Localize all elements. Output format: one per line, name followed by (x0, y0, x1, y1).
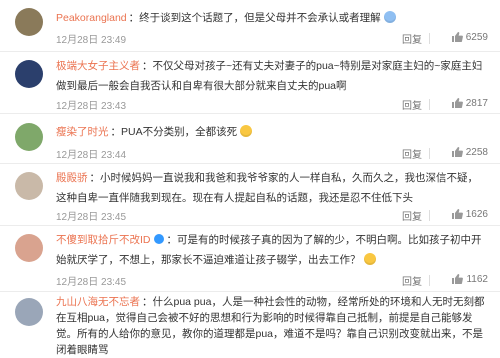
like-button[interactable]: 2258 (451, 146, 488, 158)
divider (429, 275, 430, 286)
reply-button[interactable]: 回复 (402, 146, 422, 161)
divider (429, 148, 430, 159)
separator: ： (128, 12, 140, 24)
like-button[interactable]: 6259 (451, 31, 488, 43)
separator: ： (142, 60, 153, 72)
like-button[interactable]: 1626 (451, 208, 488, 220)
timestamp: 12月28日 23:45 (56, 277, 127, 288)
comment-text: 终于谈到这个话题了，但是父母并不会承认或者理解 (139, 12, 381, 24)
reply-button[interactable]: 回复 (402, 97, 422, 112)
like-button[interactable]: 2817 (451, 97, 488, 109)
divider (429, 99, 430, 110)
comment-text: 小时候妈妈一直说我和我爸和我爷爷家的人一样自私，久而久之，我也深信不疑，这种自卑… (56, 172, 478, 204)
username-link[interactable]: 殿殿骄 (56, 172, 88, 184)
thumbs-up-icon (451, 32, 463, 42)
like-count: 1626 (465, 208, 488, 220)
comment-item: 瘦染了时光 ：PUA不分类别，全都该死 12月28日 23:44 回复 2258 (0, 114, 500, 164)
thumbs-up-icon (452, 274, 464, 284)
reply-button[interactable]: 回复 (402, 208, 422, 223)
separator: ： (110, 126, 122, 138)
username-link[interactable]: 九山八海无不忘者 (56, 296, 140, 308)
timestamp: 12月28日 23:45 (56, 212, 127, 223)
divider (429, 210, 430, 221)
separator: ： (166, 234, 178, 246)
smile-emoji-icon (240, 125, 253, 137)
timestamp: 12月28日 23:49 (56, 35, 127, 46)
separator: ： (142, 296, 153, 308)
avatar[interactable] (15, 172, 43, 200)
thumbs-up-icon (451, 147, 463, 157)
comment-item: 不傻到取拾斤不改ID ：可是有的时候孩子真的因为了解的少，不明白啊。比如孩子初中开… (0, 226, 500, 292)
like-count: 6259 (465, 31, 488, 43)
comment-item: 殿殿骄 ：小时候妈妈一直说我和我爸和我爷爷家的人一样自私，久而久之，我也深信不疑，… (0, 164, 500, 226)
emoji-icon (383, 11, 396, 23)
divider (429, 33, 430, 44)
reply-button[interactable]: 回复 (402, 273, 422, 288)
avatar[interactable] (15, 298, 43, 326)
like-count: 2258 (465, 146, 488, 158)
avatar[interactable] (15, 123, 43, 151)
like-button[interactable]: 1162 (451, 273, 488, 285)
username-link[interactable]: 不傻到取拾斤不改ID (56, 234, 151, 246)
avatar[interactable] (15, 60, 43, 88)
comment-text: PUA不分类别，全都该死 (121, 126, 238, 138)
avatar[interactable] (15, 8, 43, 36)
comment-item: 极端大女子主义者 ：不仅父母对孩子~还有丈夫对妻子的pua~特别是对家庭主妇的~家… (0, 52, 500, 114)
username-link[interactable]: 瘦染了时光 (56, 126, 109, 138)
thumbs-up-icon (451, 98, 463, 108)
separator: ： (89, 172, 101, 184)
verified-badge-icon (153, 234, 164, 244)
comment-item: 九山八海无不忘者 ：什么pua pua，人是一种社会性的动物，经常所处的环境和人无… (0, 292, 500, 356)
avatar[interactable] (15, 234, 43, 262)
like-count: 2817 (465, 97, 488, 109)
reply-button[interactable]: 回复 (402, 31, 422, 46)
emoji-icon (363, 253, 376, 265)
timestamp: 12月28日 23:43 (56, 101, 127, 112)
thumbs-up-icon (451, 209, 463, 219)
comment-item: Peakorangland ：终于谈到这个话题了，但是父母并不会承认或者理解 12… (0, 0, 500, 52)
timestamp: 12月28日 23:44 (56, 150, 127, 161)
username-link[interactable]: 极端大女子主义者 (56, 60, 140, 72)
username-link[interactable]: Peakorangland (56, 12, 127, 24)
like-count: 1162 (466, 273, 488, 285)
